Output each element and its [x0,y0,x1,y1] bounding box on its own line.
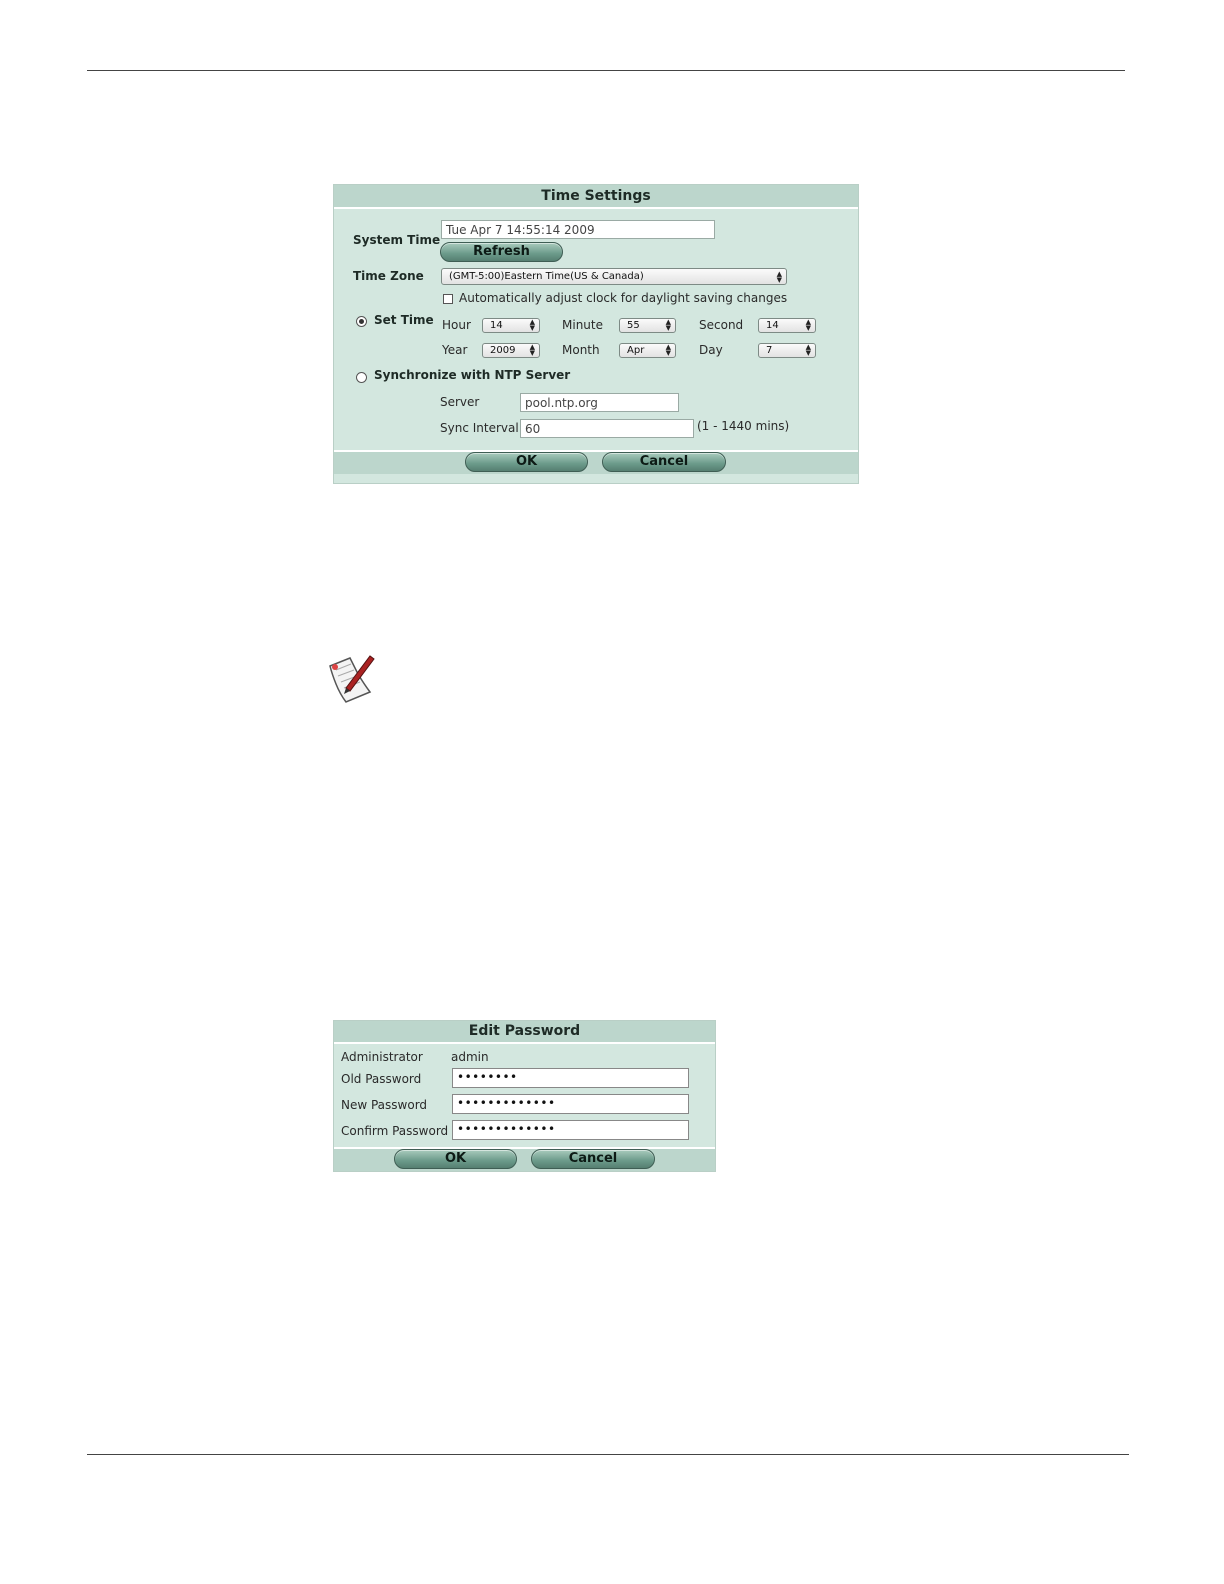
panel-title: Edit Password [334,1021,715,1044]
minute-value: 55 [627,320,640,331]
day-select[interactable]: 7 ▲ ▼ [758,343,816,358]
time-zone-label: Time Zone [353,269,424,283]
confirm-password-label: Confirm Password [341,1124,449,1138]
server-label: Server [440,395,480,409]
select-arrows-icon: ▲ ▼ [805,343,811,357]
month-select[interactable]: Apr ▲ ▼ [619,343,676,358]
header-rule [87,70,1125,71]
hour-select[interactable]: 14 ▲ ▼ [482,318,540,333]
select-arrows-icon: ▲ ▼ [529,318,535,332]
hour-label: Hour [442,318,471,332]
second-value: 14 [766,320,779,331]
select-arrows-icon: ▲ ▼ [805,318,811,332]
ntp-label: Synchronize with NTP Server [374,368,571,382]
month-value: Apr [627,345,645,356]
old-password-field[interactable]: •••••••• [452,1068,689,1088]
sync-interval-label: Sync Interval [440,421,519,435]
footer-rule [87,1454,1129,1455]
year-value: 2009 [490,345,516,356]
ntp-radio[interactable] [356,372,367,383]
select-arrows-icon: ▲ ▼ [529,343,535,357]
note-pencil-icon [324,652,376,706]
hour-value: 14 [490,320,503,331]
sync-interval-field[interactable]: 60 [520,419,694,438]
time-zone-select[interactable]: (GMT-5:00)Eastern Time(US & Canada) ▲ ▼ [441,268,787,285]
administrator-value: admin [451,1050,489,1064]
sync-interval-hint: (1 - 1440 mins) [697,419,790,433]
ok-button[interactable]: OK [465,452,588,472]
minute-label: Minute [562,318,603,332]
time-settings-panel: Time Settings System Time Tue Apr 7 14:5… [333,184,859,484]
system-time-label: System Time [353,233,441,247]
dst-checkbox[interactable] [443,294,453,304]
second-label: Second [699,318,744,332]
radio-selected-dot [359,319,364,324]
refresh-button[interactable]: Refresh [440,242,563,262]
panel-title: Time Settings [334,185,858,209]
panel-footer [334,1147,715,1171]
set-time-radio[interactable] [356,316,367,327]
day-label: Day [699,343,723,357]
year-label: Year [442,343,468,357]
cancel-button[interactable]: Cancel [602,452,726,472]
time-zone-value: (GMT-5:00)Eastern Time(US & Canada) [449,271,644,282]
select-arrows-icon: ▲ ▼ [776,270,782,284]
select-arrows-icon: ▲ ▼ [665,343,671,357]
edit-password-panel: Edit Password Administrator admin Old Pa… [333,1020,716,1172]
panel-footer [334,450,858,474]
new-password-field[interactable]: ••••••••••••• [452,1094,689,1114]
system-time-field: Tue Apr 7 14:55:14 2009 [441,220,715,239]
new-password-label: New Password [341,1098,428,1112]
set-time-label: Set Time [374,313,434,327]
old-password-label: Old Password [341,1072,422,1086]
minute-select[interactable]: 55 ▲ ▼ [619,318,676,333]
dst-label: Automatically adjust clock for daylight … [459,291,788,305]
ok-button[interactable]: OK [394,1149,517,1169]
cancel-button[interactable]: Cancel [531,1149,655,1169]
server-field[interactable]: pool.ntp.org [520,393,679,412]
administrator-label: Administrator [341,1050,423,1064]
day-value: 7 [766,345,773,356]
second-select[interactable]: 14 ▲ ▼ [758,318,816,333]
select-arrows-icon: ▲ ▼ [665,318,671,332]
year-select[interactable]: 2009 ▲ ▼ [482,343,540,358]
month-label: Month [562,343,600,357]
confirm-password-field[interactable]: ••••••••••••• [452,1120,689,1140]
